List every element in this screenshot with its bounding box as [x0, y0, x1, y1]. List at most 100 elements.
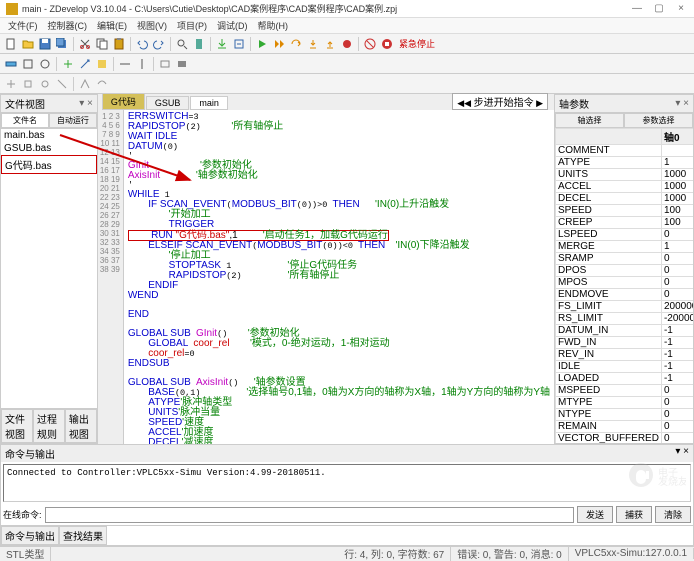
status-err: 错误: 0, 警告: 0, 消息: 0 — [451, 546, 568, 561]
file-list[interactable]: main.bas GSUB.bas G代码.bas — [1, 129, 97, 408]
compile-icon[interactable] — [231, 36, 247, 52]
cut-icon[interactable] — [77, 36, 93, 52]
file-item-gsub[interactable]: GSUB.bas — [1, 142, 97, 155]
output-title: 命令与输出 — [5, 446, 55, 461]
run-control[interactable]: ◀◀ 步进开始指令 ▶ — [452, 93, 548, 110]
clear-button[interactable]: 清除 — [655, 506, 691, 523]
save-icon[interactable] — [37, 36, 53, 52]
tab-gsub[interactable]: GSUB — [146, 96, 190, 110]
cmd-input[interactable] — [45, 507, 574, 523]
menu-project[interactable]: 项目(P) — [173, 18, 211, 33]
tb3-2[interactable] — [20, 76, 36, 92]
toolbar-2 — [0, 54, 694, 74]
tb2-9[interactable] — [157, 56, 173, 72]
step-icon[interactable] — [271, 36, 287, 52]
close-button[interactable]: × — [674, 3, 688, 14]
menu-help[interactable]: 帮助(H) — [254, 18, 293, 33]
toolbar-1: 紧急停止 — [0, 34, 694, 54]
minimize-button[interactable]: — — [630, 3, 644, 14]
file-item-main[interactable]: main.bas — [1, 129, 97, 142]
capture-button[interactable]: 捕获 — [616, 506, 652, 523]
menu-bar: 文件(F) 控制器(C) 编辑(E) 视图(V) 项目(P) 调试(D) 帮助(… — [0, 18, 694, 34]
file-item-gcode[interactable]: G代码.bas — [1, 155, 97, 174]
btab-proc[interactable]: 过程规则 — [33, 409, 65, 443]
tb2-6[interactable] — [94, 56, 110, 72]
menu-debug[interactable]: 调试(D) — [213, 18, 252, 33]
toolbar-3 — [0, 74, 694, 94]
tb3-5[interactable] — [77, 76, 93, 92]
editor-panel: G代码 GSUB main ◀◀ 步进开始指令 ▶ 1 2 3 4 5 6 7 … — [98, 94, 554, 444]
tb3-4[interactable] — [54, 76, 70, 92]
output-close-icon[interactable]: ▾ × — [675, 446, 689, 461]
output-text: Connected to Controller:VPLC5xx-Simu Ver… — [3, 464, 691, 502]
menu-edit[interactable]: 编辑(E) — [93, 18, 131, 33]
maximize-button[interactable]: ▢ — [652, 3, 666, 14]
axis-params-close-icon[interactable]: ▾ × — [675, 98, 689, 109]
tab-gcode[interactable]: G代码 — [102, 93, 145, 110]
tab-autorun[interactable]: 自动运行 — [49, 113, 97, 128]
code-content[interactable]: ERRSWITCH=3 RAPIDSTOP(2) '所有轴停止 WAIT IDL… — [124, 110, 554, 444]
param-table[interactable]: 轴0轴1COMMENTATYPE11UNITS10001000ACCEL1000… — [555, 128, 693, 443]
menu-controller[interactable]: 控制器(C) — [44, 18, 92, 33]
editor-tabs: G代码 GSUB main ◀◀ 步进开始指令 ▶ — [98, 94, 554, 110]
status-conn: VPLC5xx-Simu:127.0.0.1 — [569, 548, 694, 559]
btab-fileview[interactable]: 文件视图 — [1, 409, 33, 443]
stepinto-icon[interactable] — [305, 36, 321, 52]
status-bar: STL类型 行: 4, 列: 0, 字符数: 67 错误: 0, 警告: 0, … — [0, 546, 694, 560]
tb2-2[interactable] — [20, 56, 36, 72]
stop-icon[interactable] — [362, 36, 378, 52]
axis-params-panel: 轴参数 ▾ × 轴选择 参数选择 轴0轴1COMMENTATYPE11UNITS… — [554, 94, 694, 444]
code-editor[interactable]: 1 2 3 4 5 6 7 8 9 10 11 12 13 14 15 16 1… — [98, 110, 554, 444]
saveall-icon[interactable] — [54, 36, 70, 52]
estop-icon[interactable] — [379, 36, 395, 52]
stepover-icon[interactable] — [288, 36, 304, 52]
download-icon[interactable] — [214, 36, 230, 52]
tb2-5[interactable] — [77, 56, 93, 72]
tb3-3[interactable] — [37, 76, 53, 92]
tab-param-select[interactable]: 参数选择 — [624, 113, 693, 128]
find-icon[interactable] — [174, 36, 190, 52]
tab-axis-select[interactable]: 轴选择 — [555, 113, 624, 128]
otab-find[interactable]: 查找结果 — [59, 526, 107, 545]
watermark-icon: 电子发烧友 — [626, 460, 686, 493]
btab-out[interactable]: 输出视图 — [65, 409, 97, 443]
otab-cmd[interactable]: 命令与输出 — [1, 526, 59, 545]
stepout-icon[interactable] — [322, 36, 338, 52]
tb3-1[interactable] — [3, 76, 19, 92]
estop-label[interactable]: 紧急停止 — [396, 37, 438, 50]
send-button[interactable]: 发送 — [577, 506, 613, 523]
file-view-title: 文件视图 — [5, 96, 45, 111]
tab-main[interactable]: main — [190, 96, 228, 110]
svg-text:发烧友: 发烧友 — [658, 475, 686, 488]
app-icon — [6, 3, 18, 15]
tb2-8[interactable] — [134, 56, 150, 72]
main-area: 文件视图 ▾ × 文件名 自动运行 main.bas GSUB.bas G代码.… — [0, 94, 694, 444]
copy-icon[interactable] — [94, 36, 110, 52]
window-title: main - ZDevelop V3.10.04 - C:\Users\Cuti… — [22, 2, 630, 15]
tab-filename[interactable]: 文件名 — [1, 113, 49, 128]
paste-icon[interactable] — [111, 36, 127, 52]
redo-icon[interactable] — [151, 36, 167, 52]
tb3-6[interactable] — [94, 76, 110, 92]
bookmark-icon[interactable] — [191, 36, 207, 52]
tb2-1[interactable] — [3, 56, 19, 72]
tb2-3[interactable] — [37, 56, 53, 72]
file-view-panel: 文件视图 ▾ × 文件名 自动运行 main.bas GSUB.bas G代码.… — [0, 94, 98, 444]
undo-icon[interactable] — [134, 36, 150, 52]
file-view-close-icon[interactable]: ▾ × — [79, 98, 93, 109]
run-icon[interactable] — [254, 36, 270, 52]
tb2-10[interactable] — [174, 56, 190, 72]
tb2-4[interactable] — [60, 56, 76, 72]
status-type: STL类型 — [0, 546, 51, 561]
line-gutter: 1 2 3 4 5 6 7 8 9 10 11 12 13 14 15 16 1… — [98, 110, 124, 444]
menu-file[interactable]: 文件(F) — [4, 18, 42, 33]
menu-view[interactable]: 视图(V) — [133, 18, 171, 33]
new-icon[interactable] — [3, 36, 19, 52]
tb2-7[interactable] — [117, 56, 133, 72]
open-icon[interactable] — [20, 36, 36, 52]
status-pos: 行: 4, 列: 0, 字符数: 67 — [338, 546, 451, 561]
axis-params-title: 轴参数 — [559, 96, 589, 111]
output-panel: 命令与输出 ▾ × Connected to Controller:VPLC5x… — [0, 444, 694, 546]
breakpoint-icon[interactable] — [339, 36, 355, 52]
cmd-label: 在线命令: — [3, 508, 42, 521]
